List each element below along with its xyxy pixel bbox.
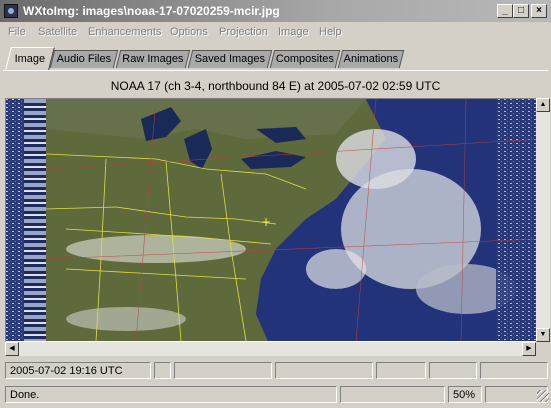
resize-grip-icon[interactable] [537,390,549,402]
maximize-button[interactable]: □ [513,4,529,18]
status-cell [429,362,477,379]
tab-animations[interactable]: Animations [337,50,405,68]
horizontal-scrollbar[interactable]: ◀ ▶ [5,342,536,356]
menu-file[interactable]: File [8,26,26,38]
scroll-up-button[interactable]: ▲ [536,98,550,112]
status-cell [480,362,548,379]
scroll-left-button[interactable]: ◀ [5,342,19,356]
window-title: WXtoImg: images\noaa-17-07020259-mcir.jp… [23,4,280,18]
arrow-down-icon: ▼ [539,331,547,338]
menu-image[interactable]: Image [278,26,309,38]
status-row-top: 2005-07-02 19:16 UTC [0,360,551,380]
menu-projection[interactable]: Projection [219,26,268,38]
menu-enhancements[interactable]: Enhancements [88,26,161,38]
tab-strip: Animations Composites Saved Images Raw I… [0,45,551,71]
close-button[interactable]: × [531,4,547,18]
status-cell [340,386,445,403]
minimize-button[interactable]: _ [497,4,513,18]
satellite-image-canvas: + [6,99,540,341]
status-cell [154,362,171,379]
menu-satellite[interactable]: Satellite [38,26,77,38]
status-row-bottom: Done. 50% [0,384,551,404]
menu-help[interactable]: Help [319,26,342,38]
image-title: NOAA 17 (ch 3-4, northbound 84 E) at 200… [110,79,441,93]
menu-options[interactable]: Options [170,26,208,38]
tab-raw-images[interactable]: Raw Images [115,50,191,68]
vertical-scrollbar[interactable]: ▲ ▼ [536,98,550,342]
arrow-left-icon: ◀ [9,345,15,352]
app-icon[interactable] [4,4,18,18]
tab-saved-images[interactable]: Saved Images [187,50,273,68]
tab-audio-files[interactable]: Audio Files [49,50,119,68]
satellite-image[interactable]: + [5,98,541,342]
menu-bar: File Satellite Enhancements Options Proj… [0,23,551,42]
minimize-icon: _ [502,5,508,16]
status-timestamp: 2005-07-02 19:16 UTC [5,362,151,379]
svg-text:+: + [261,215,271,229]
scroll-right-button[interactable]: ▶ [522,342,536,356]
title-bar[interactable]: WXtoImg: images\noaa-17-07020259-mcir.jp… [0,0,551,22]
arrow-up-icon: ▲ [539,101,547,108]
arrow-right-icon: ▶ [526,345,532,352]
tab-composites[interactable]: Composites [269,50,341,68]
zoom-level: 50% [448,386,482,403]
maximize-icon: □ [517,5,525,16]
status-cell [275,362,373,379]
status-cell [376,362,426,379]
close-icon: × [536,5,542,16]
scroll-down-button[interactable]: ▼ [536,328,550,342]
status-message: Done. [5,386,337,403]
status-cell [174,362,272,379]
tab-image[interactable]: Image [5,47,55,70]
